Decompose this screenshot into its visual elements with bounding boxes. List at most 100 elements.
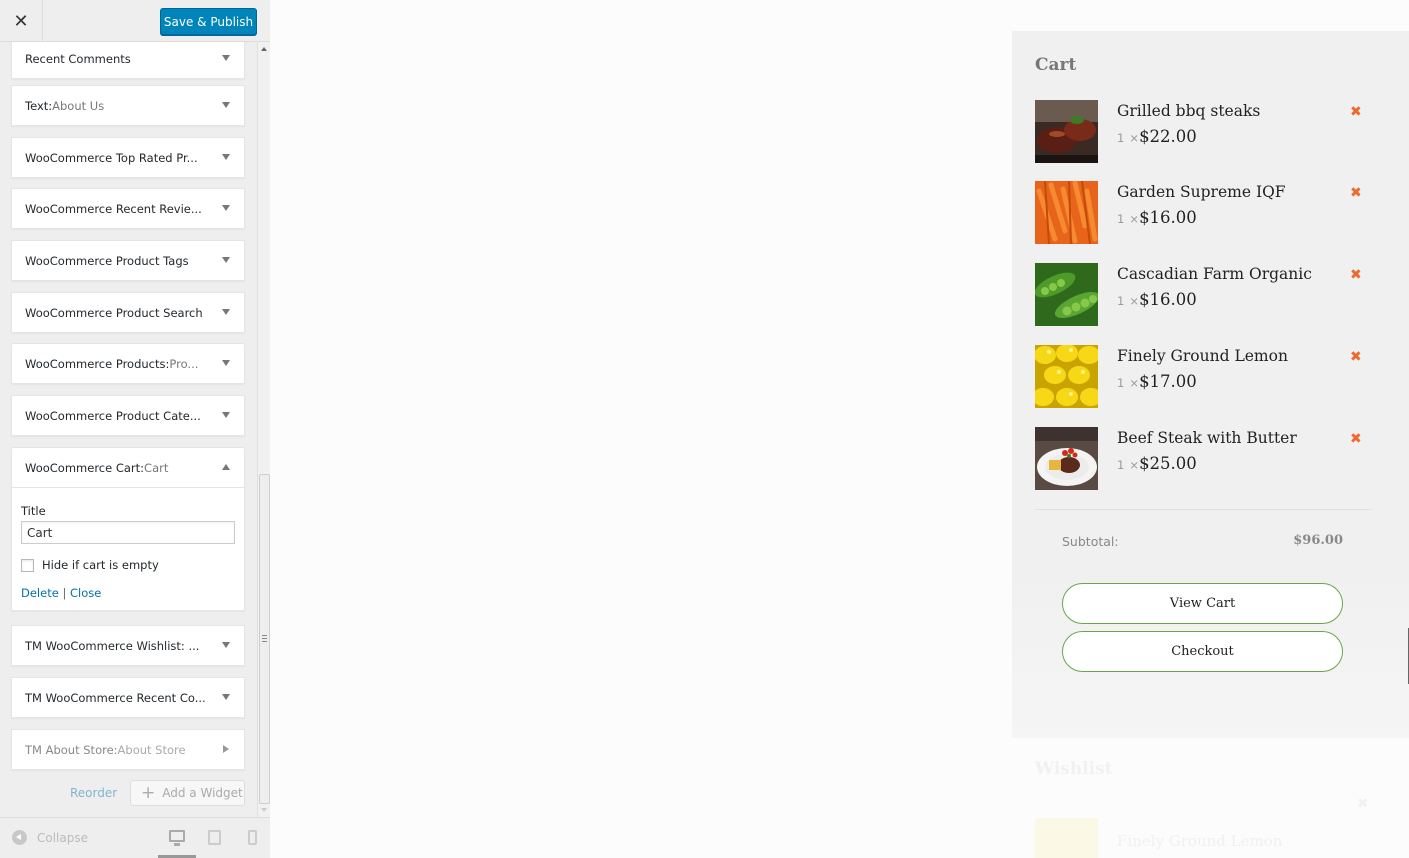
widget-products[interactable]: WooCommerce Products: Pro... xyxy=(11,343,245,384)
hide-empty-row: Hide if cart is empty xyxy=(21,558,235,572)
product-name-link[interactable]: Finely Ground Lemon xyxy=(1117,347,1288,365)
cart-item: Finely Ground Lemon 1 ×$17.00 ✖ xyxy=(1035,345,1375,409)
widget-header[interactable]: WooCommerce Top Rated Pr... xyxy=(12,138,244,177)
widget-header[interactable]: WooCommerce Cart: Cart xyxy=(12,448,244,487)
chevron-down-icon[interactable] xyxy=(222,412,230,418)
widget-top-rated-products[interactable]: WooCommerce Top Rated Pr... xyxy=(11,137,245,178)
tablet-icon[interactable] xyxy=(208,830,221,845)
widget-product-categories[interactable]: WooCommerce Product Cate... xyxy=(11,395,245,436)
title-field[interactable] xyxy=(21,521,235,544)
product-thumbnail[interactable] xyxy=(1035,427,1098,490)
item-price: $22.00 xyxy=(1139,127,1197,146)
add-widget-button[interactable]: + Add a Widget xyxy=(130,780,245,806)
chevron-right-icon[interactable] xyxy=(223,745,229,753)
close-link[interactable]: Close xyxy=(70,586,101,600)
widget-header[interactable]: TM WooCommerce Recent Co... xyxy=(12,678,244,717)
widget-header[interactable]: TM WooCommerce Wishlist: ... xyxy=(12,626,244,665)
quantity: 1 xyxy=(1117,131,1125,145)
desktop-icon[interactable] xyxy=(169,830,185,846)
widget-header[interactable]: WooCommerce Recent Revie... xyxy=(12,189,244,228)
scroll-thumb[interactable] xyxy=(259,474,270,804)
widget-title: WooCommerce Products: xyxy=(25,356,170,371)
checkout-button[interactable]: Checkout xyxy=(1062,631,1343,672)
widget-header[interactable]: Recent Comments xyxy=(12,42,244,78)
widget-tm-recent-comments[interactable]: TM WooCommerce Recent Co... xyxy=(11,677,245,718)
chevron-down-icon[interactable] xyxy=(222,309,230,315)
remove-item-icon[interactable]: ✖ xyxy=(1350,104,1362,120)
widget-title: Recent Comments xyxy=(25,51,131,66)
times-symbol: × xyxy=(1129,458,1140,472)
quantity: 1 xyxy=(1117,376,1125,390)
cart-item: Beef Steak with Butter 1 ×$25.00 ✖ xyxy=(1035,427,1375,491)
widget-product-search[interactable]: WooCommerce Product Search xyxy=(11,292,245,333)
delete-link[interactable]: Delete xyxy=(21,586,59,600)
widget-title: WooCommerce Product Search xyxy=(25,305,203,320)
widget-subtitle: About Us xyxy=(52,98,105,113)
widget-tm-about-store[interactable]: TM About Store: About Store xyxy=(11,729,245,770)
product-name-link[interactable]: Cascadian Farm Organic xyxy=(1117,265,1312,283)
remove-item-icon[interactable]: ✖ xyxy=(1350,431,1362,447)
chevron-down-icon[interactable] xyxy=(222,360,230,366)
product-name-link[interactable]: Grilled bbq steaks xyxy=(1117,102,1260,120)
scroll-up-icon[interactable] xyxy=(261,47,267,51)
widget-product-tags[interactable]: WooCommerce Product Tags xyxy=(11,240,245,281)
widget-form: Title Hide if cart is empty Delete | Clo… xyxy=(12,487,244,610)
hide-empty-checkbox[interactable] xyxy=(21,558,34,572)
wishlist-item-name[interactable]: Finely Ground Lemon xyxy=(1117,832,1282,850)
sidebar-scrollbar[interactable] xyxy=(257,42,270,817)
product-thumbnail[interactable] xyxy=(1035,263,1098,326)
close-icon[interactable]: ✕ xyxy=(0,0,43,42)
chevron-down-icon[interactable] xyxy=(222,205,230,211)
widget-title: WooCommerce Product Tags xyxy=(25,253,189,268)
quantity-price: 1 ×$16.00 xyxy=(1117,290,1197,309)
product-thumbnail[interactable] xyxy=(1035,100,1098,163)
widget-header[interactable]: WooCommerce Product Search xyxy=(12,293,244,332)
cart-title: Cart xyxy=(1035,55,1077,75)
chevron-down-icon[interactable] xyxy=(222,694,230,700)
widget-header[interactable]: WooCommerce Product Cate... xyxy=(12,396,244,435)
widget-recent-reviews[interactable]: WooCommerce Recent Revie... xyxy=(11,188,245,229)
chevron-up-icon[interactable] xyxy=(222,464,230,470)
chevron-down-icon[interactable] xyxy=(222,642,230,648)
remove-item-icon[interactable]: ✖ xyxy=(1350,349,1362,365)
collapse-icon[interactable] xyxy=(12,830,27,845)
widget-header[interactable]: WooCommerce Product Tags xyxy=(12,241,244,280)
widget-title: TM About Store: xyxy=(25,742,118,757)
quantity: 1 xyxy=(1117,294,1125,308)
widget-list: Recent Comments Text: About Us WooCommer… xyxy=(0,42,257,817)
collapse-label[interactable]: Collapse xyxy=(37,831,88,845)
chevron-down-icon[interactable] xyxy=(222,257,230,263)
sidebar-footer: Collapse xyxy=(0,817,270,858)
widget-title: WooCommerce Cart: xyxy=(25,460,145,475)
widget-tm-wishlist[interactable]: TM WooCommerce Wishlist: ... xyxy=(11,625,245,666)
widget-header[interactable]: WooCommerce Products: Pro... xyxy=(12,344,244,383)
product-thumbnail[interactable] xyxy=(1035,345,1098,408)
product-thumbnail[interactable] xyxy=(1035,181,1098,244)
sidebar-header: ✕ Save & Publish xyxy=(0,0,270,42)
widget-text-about-us[interactable]: Text: About Us xyxy=(11,85,245,126)
subtotal-value: $96.00 xyxy=(1293,533,1343,548)
widget-recent-comments[interactable]: Recent Comments xyxy=(11,42,245,79)
widget-subtitle: Cart xyxy=(144,460,169,475)
remove-item-icon[interactable]: ✖ xyxy=(1357,796,1369,812)
save-publish-button[interactable]: Save & Publish xyxy=(160,8,257,35)
reorder-link[interactable]: Reorder xyxy=(70,786,117,800)
scroll-down-icon[interactable] xyxy=(261,808,267,812)
mobile-icon[interactable] xyxy=(248,830,257,845)
widget-header[interactable]: TM About Store: About Store xyxy=(12,730,244,769)
chevron-down-icon[interactable] xyxy=(222,55,230,61)
product-name-link[interactable]: Garden Supreme IQF xyxy=(1117,183,1286,201)
remove-item-icon[interactable]: ✖ xyxy=(1350,267,1362,283)
widget-title: WooCommerce Top Rated Pr... xyxy=(25,150,198,165)
widget-woocommerce-cart[interactable]: WooCommerce Cart: Cart Title Hide if car… xyxy=(11,447,245,611)
chevron-down-icon[interactable] xyxy=(222,102,230,108)
product-name-link[interactable]: Beef Steak with Butter xyxy=(1117,429,1297,447)
subtotal-label: Subtotal: xyxy=(1062,534,1119,549)
add-widget-label: Add a Widget xyxy=(162,786,243,800)
wishlist-thumbnail[interactable] xyxy=(1035,818,1098,858)
widget-header[interactable]: Text: About Us xyxy=(12,86,244,125)
chevron-down-icon[interactable] xyxy=(222,154,230,160)
item-price: $16.00 xyxy=(1139,208,1197,227)
view-cart-button[interactable]: View Cart xyxy=(1062,583,1343,624)
remove-item-icon[interactable]: ✖ xyxy=(1350,185,1362,201)
